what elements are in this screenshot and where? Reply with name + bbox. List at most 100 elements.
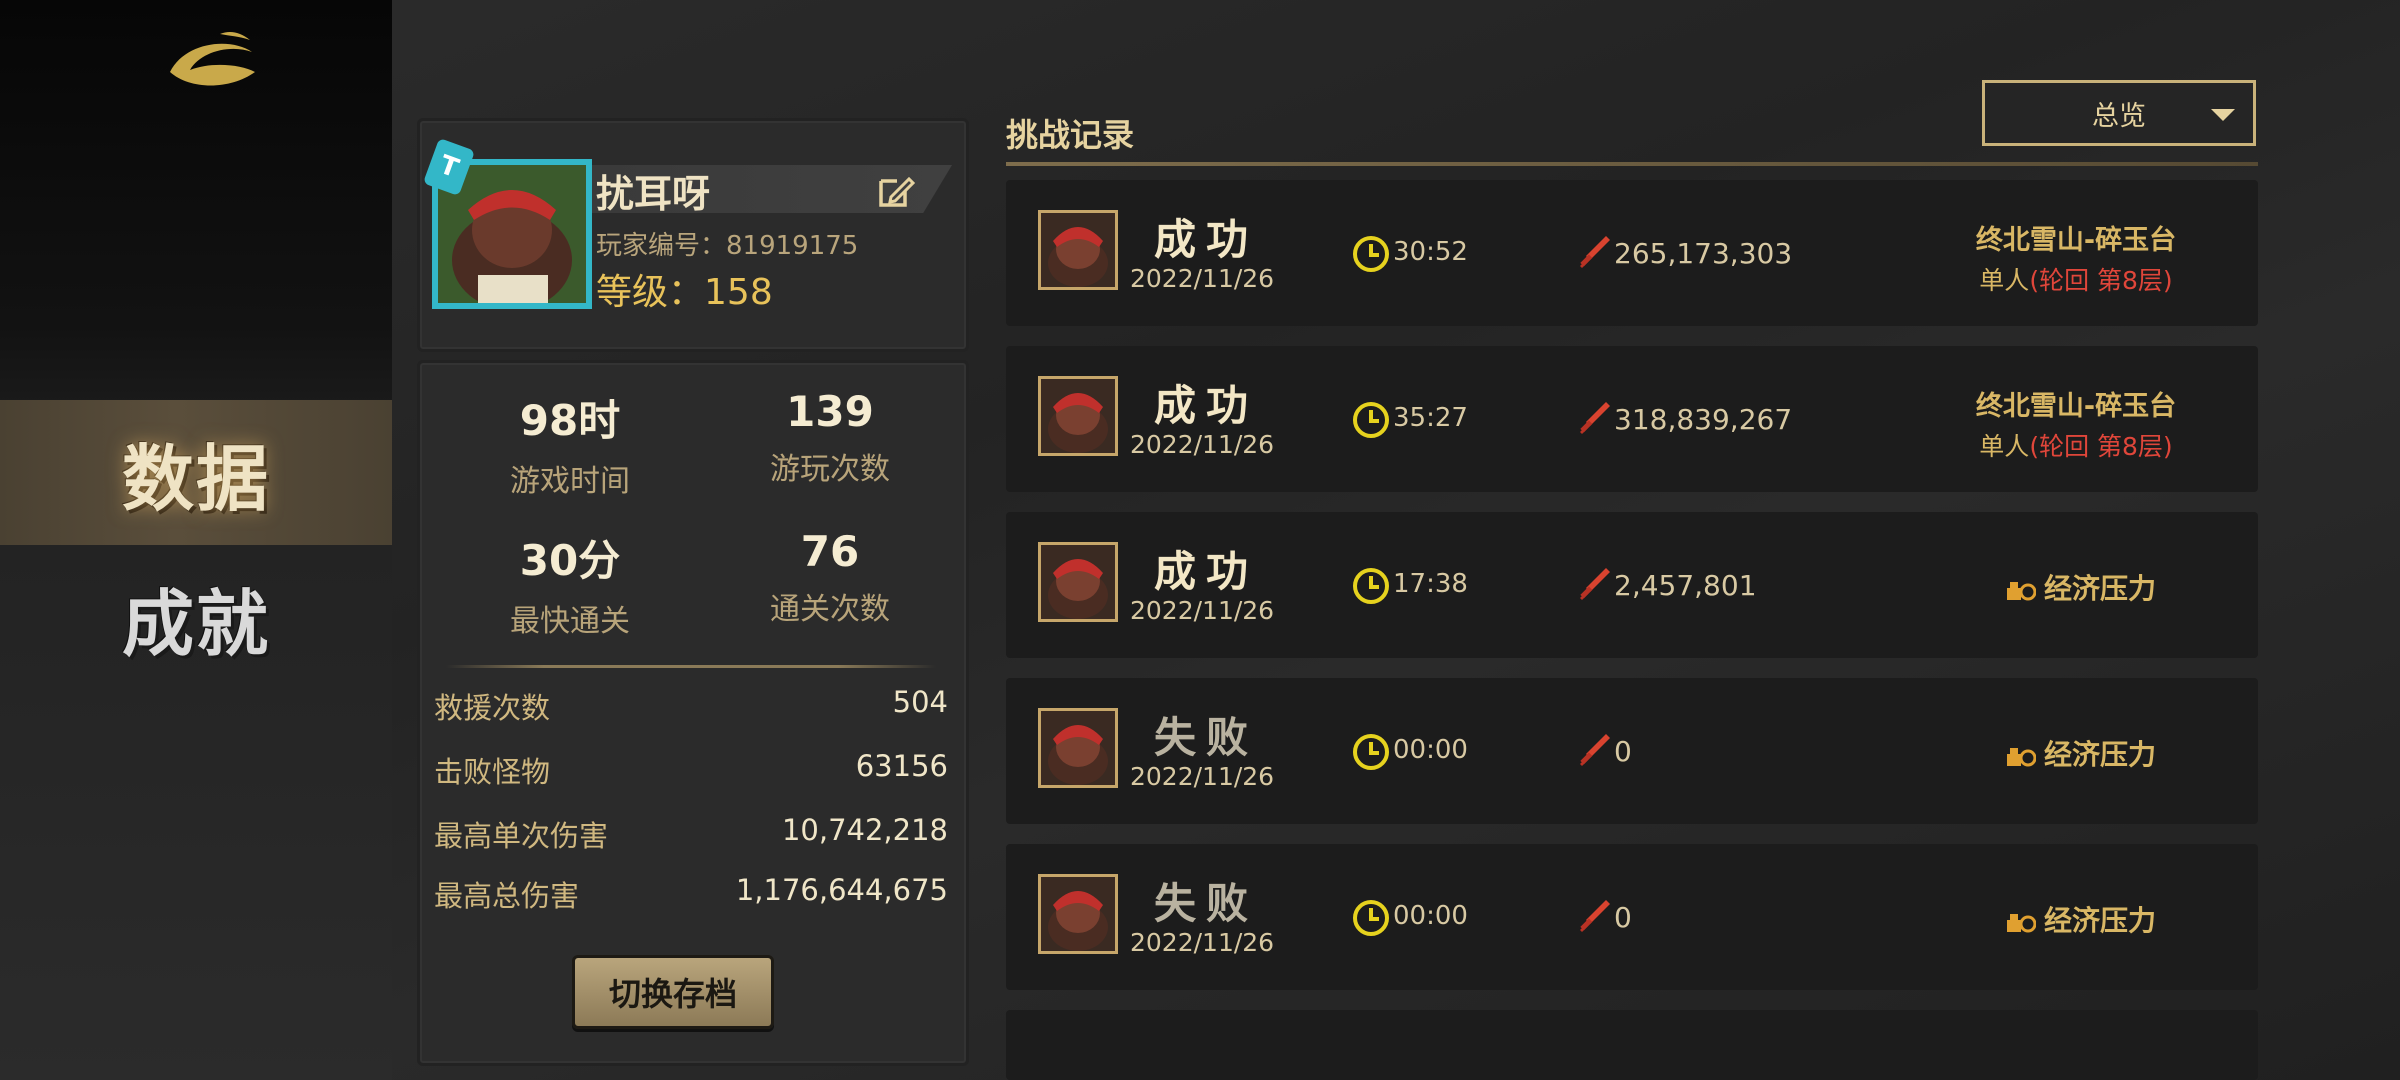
record-location: 终北雪山-碎玉台 单人(轮回 第8层) xyxy=(1926,384,2226,463)
record-row-partial[interactable] xyxy=(1006,1010,2258,1080)
nav-label: 成就 xyxy=(121,581,270,666)
location-name: 终北雪山-碎玉台 xyxy=(1975,225,2177,256)
stat-row-max-total: 最高总伤害 1,176,644,675 xyxy=(434,873,948,915)
sword-icon xyxy=(1576,896,1612,936)
player-level: 等级：158 xyxy=(596,263,773,315)
record-row[interactable]: 失败 2022/11/26 00:00 0 经济压力 xyxy=(1006,678,2258,824)
sword-icon xyxy=(1576,564,1612,604)
player-name: 扰耳呀 xyxy=(596,172,711,216)
profile-card: T 扰耳呀 玩家编号：81919175 等级：158 xyxy=(417,118,969,352)
record-row[interactable]: 成功 2022/11/26 35:27 318,839,267 终北雪山-碎玉台… xyxy=(1006,346,2258,492)
record-mode: 经济压力 xyxy=(1966,733,2196,773)
record-row[interactable]: 失败 2022/11/26 00:00 0 经济压力 xyxy=(1006,844,2258,990)
sword-icon xyxy=(1576,730,1612,770)
record-result: 失败 xyxy=(1153,879,1258,928)
stats-card: 98时 游戏时间 139 游玩次数 30分 最快通关 76 通关次数 救援次数 … xyxy=(417,360,969,1066)
economy-icon xyxy=(2006,742,2037,767)
clock-icon xyxy=(1351,566,1391,606)
stat-label: 游戏时间 xyxy=(510,464,630,499)
record-damage: 265,173,303 xyxy=(1614,237,1793,270)
row-label: 最高总伤害 xyxy=(434,879,580,913)
record-result: 成功 xyxy=(1153,381,1258,430)
level-label: 等级： xyxy=(596,272,705,313)
record-time: 00:00 xyxy=(1393,901,1468,931)
stat-value: 98时 xyxy=(519,396,621,445)
record-damage: 318,839,267 xyxy=(1614,403,1793,436)
mode-label: 经济压力 xyxy=(2043,572,2156,605)
record-result: 成功 xyxy=(1153,215,1258,264)
stat-label: 最快通关 xyxy=(510,604,630,639)
detail-prefix: 单人 xyxy=(1979,432,2030,461)
record-time: 00:00 xyxy=(1393,735,1468,765)
stat-row-max-hit: 最高单次伤害 10,742,218 xyxy=(434,813,948,855)
stat-value: 30分 xyxy=(519,536,621,585)
record-damage: 2,457,801 xyxy=(1614,569,1757,602)
row-label: 救援次数 xyxy=(434,691,551,725)
record-avatar xyxy=(1038,874,1118,954)
clock-icon xyxy=(1351,732,1391,772)
edit-icon[interactable] xyxy=(875,171,915,211)
row-value: 1,176,644,675 xyxy=(735,873,948,907)
economy-icon xyxy=(2006,908,2037,933)
clock-icon xyxy=(1351,234,1391,274)
filter-selected: 总览 xyxy=(2092,100,2146,132)
mode-label: 经济压力 xyxy=(2043,904,2156,937)
record-date: 2022/11/26 xyxy=(1130,430,1275,459)
sword-icon xyxy=(1576,398,1612,438)
record-mode: 经济压力 xyxy=(1966,899,2196,939)
stat-play-count: 139 游玩次数 xyxy=(710,387,950,488)
record-mode: 经济压力 xyxy=(1966,567,2196,607)
location-name: 终北雪山-碎玉台 xyxy=(1975,391,2177,422)
nav-item-data[interactable]: 数据 xyxy=(0,400,392,545)
stat-label: 通关次数 xyxy=(770,592,890,627)
record-date: 2022/11/26 xyxy=(1130,264,1275,293)
record-location: 终北雪山-碎玉台 单人(轮回 第8层) xyxy=(1926,218,2226,297)
record-time: 17:38 xyxy=(1393,569,1468,599)
row-value: 504 xyxy=(892,685,948,719)
location-detail: 单人(轮回 第8层) xyxy=(1926,261,2226,297)
stat-label: 游玩次数 xyxy=(770,452,890,487)
player-id: 玩家编号：81919175 xyxy=(596,231,859,261)
record-damage: 0 xyxy=(1614,901,1632,934)
economy-icon xyxy=(2006,576,2037,601)
stat-value: 139 xyxy=(786,387,874,436)
record-avatar xyxy=(1038,210,1118,290)
row-label: 最高单次伤害 xyxy=(434,819,609,853)
record-time: 35:27 xyxy=(1393,403,1468,433)
stat-row-monsters: 击败怪物 63156 xyxy=(434,749,948,791)
mode-label: 经济压力 xyxy=(2043,738,2156,771)
stat-play-time: 98时 游戏时间 xyxy=(450,387,690,500)
record-avatar xyxy=(1038,708,1118,788)
record-row[interactable]: 成功 2022/11/26 30:52 265,173,303 终北雪山-碎玉台… xyxy=(1006,180,2258,326)
switch-save-button[interactable]: 切换存档 xyxy=(572,955,774,1029)
detail-stage: (轮回 第8层) xyxy=(2029,266,2173,295)
row-label: 击败怪物 xyxy=(434,755,551,789)
caret-down-icon xyxy=(2211,109,2235,121)
row-value: 63156 xyxy=(855,749,948,783)
stat-fastest-clear: 30分 最快通关 xyxy=(450,527,690,640)
row-value: 10,742,218 xyxy=(781,813,948,847)
nav-item-achievements[interactable]: 成就 xyxy=(0,545,392,690)
divider xyxy=(446,665,936,668)
game-logo-icon xyxy=(170,32,255,86)
stat-value: 76 xyxy=(800,527,860,576)
nav-label: 数据 xyxy=(121,436,270,521)
detail-stage: (轮回 第8层) xyxy=(2029,432,2173,461)
clock-icon xyxy=(1351,400,1391,440)
record-date: 2022/11/26 xyxy=(1130,762,1275,791)
record-damage: 0 xyxy=(1614,735,1632,768)
clock-icon xyxy=(1351,898,1391,938)
records-title: 挑战记录 xyxy=(1006,116,1135,154)
sidebar: 数据 成就 xyxy=(0,0,392,1080)
record-avatar xyxy=(1038,376,1118,456)
stat-row-rescues: 救援次数 504 xyxy=(434,685,948,727)
stat-clear-count: 76 通关次数 xyxy=(710,527,950,628)
filter-dropdown[interactable]: 总览 xyxy=(1982,80,2256,146)
record-row[interactable]: 成功 2022/11/26 17:38 2,457,801 经济压力 xyxy=(1006,512,2258,658)
record-time: 30:52 xyxy=(1393,237,1468,267)
level-value: 158 xyxy=(704,272,773,313)
detail-prefix: 单人 xyxy=(1979,266,2030,295)
record-result: 成功 xyxy=(1153,547,1258,596)
record-date: 2022/11/26 xyxy=(1130,596,1275,625)
location-detail: 单人(轮回 第8层) xyxy=(1926,427,2226,463)
